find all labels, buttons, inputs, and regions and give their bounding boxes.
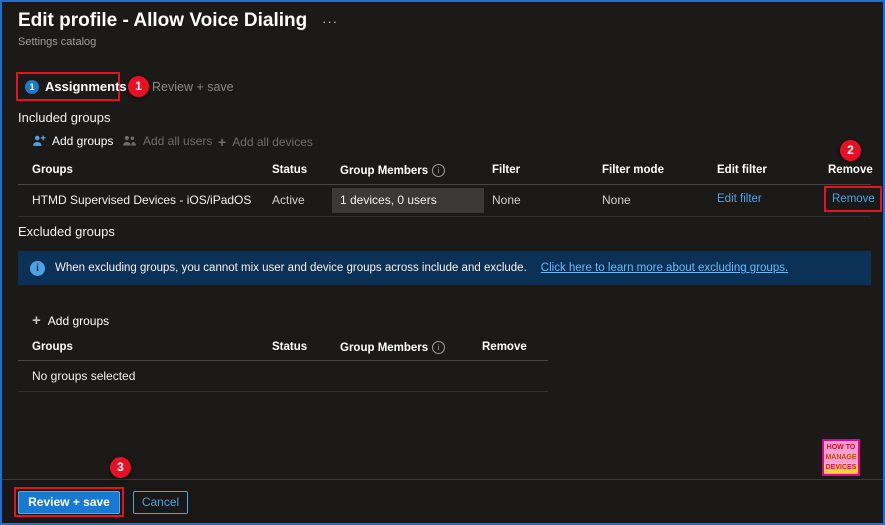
- edit-filter-link[interactable]: Edit filter: [717, 193, 762, 205]
- htmd-logo-line3: DEVICES: [824, 462, 858, 473]
- info-banner: i When excluding groups, you cannot mix …: [18, 251, 871, 285]
- column-header-filter-mode: Filter mode: [602, 164, 664, 176]
- column-header-edit-filter: Edit filter: [717, 164, 767, 176]
- review-save-button[interactable]: Review + save: [18, 491, 120, 514]
- excluded-add-groups-button[interactable]: + Add groups: [32, 312, 109, 329]
- add-all-devices-label: Add all devices: [232, 135, 313, 149]
- info-tooltip-icon[interactable]: i: [432, 164, 446, 177]
- remove-link[interactable]: Remove: [832, 193, 875, 205]
- excluded-groups-heading: Excluded groups: [18, 224, 115, 239]
- context-menu-ellipsis-icon[interactable]: ···: [322, 14, 338, 29]
- table-header-divider: [18, 184, 871, 185]
- excluded-column-header-groups: Groups: [32, 341, 73, 353]
- banner-info-icon: i: [30, 260, 45, 276]
- excluded-column-header-group-members: Group Members i: [340, 341, 446, 354]
- column-header-status: Status: [272, 164, 308, 176]
- included-groups-heading: Included groups: [18, 110, 111, 125]
- cancel-button[interactable]: Cancel: [133, 491, 188, 514]
- table-row-divider: [18, 216, 871, 217]
- people-icon: [122, 134, 137, 148]
- row-filter-mode: None: [602, 193, 631, 207]
- excluded-empty-row: No groups selected: [32, 369, 136, 383]
- htmd-logo: HOW TO MANAGE DEVICES: [822, 439, 860, 476]
- row-status: Active: [272, 193, 305, 207]
- excluded-add-groups-label: Add groups: [47, 313, 110, 328]
- plus-icon: +: [218, 134, 227, 150]
- person-add-icon: [32, 134, 46, 148]
- row-filter: None: [492, 193, 521, 207]
- info-tooltip-icon[interactable]: i: [432, 341, 446, 354]
- edit-profile-window: Edit profile - Allow Voice Dialing ··· S…: [0, 0, 885, 525]
- add-all-devices-button[interactable]: + Add all devices: [218, 134, 313, 150]
- tab-assignments[interactable]: Assignments: [45, 79, 127, 94]
- annotation-circle-3: 3: [110, 457, 131, 478]
- row-group-members: 1 devices, 0 users: [340, 193, 437, 207]
- add-groups-label: Add groups: [52, 134, 114, 148]
- excluded-column-header-status: Status: [272, 341, 308, 353]
- tab-review-save[interactable]: Review + save: [152, 80, 234, 94]
- page-title: Edit profile - Allow Voice Dialing: [18, 10, 308, 31]
- plus-icon: +: [32, 312, 41, 329]
- annotation-circle-1: 1: [128, 76, 149, 97]
- htmd-logo-line2: MANAGE: [825, 453, 857, 461]
- footer-divider: [2, 479, 883, 480]
- add-groups-button[interactable]: Add groups: [32, 134, 113, 148]
- annotation-box-assignments: 1 Assignments: [16, 72, 127, 101]
- column-header-filter: Filter: [492, 164, 521, 176]
- column-header-group-members: Group Members i: [340, 164, 446, 177]
- column-header-remove: Remove: [828, 164, 873, 176]
- add-all-users-label: Add all users: [143, 134, 213, 148]
- page-subtitle: Settings catalog: [18, 36, 97, 48]
- banner-learn-more-link[interactable]: Click here to learn more about excluding…: [541, 262, 788, 274]
- add-all-users-button[interactable]: Add all users: [122, 134, 212, 148]
- excluded-table-header-divider: [18, 360, 548, 361]
- excluded-table-row-divider: [18, 391, 548, 392]
- banner-text: When excluding groups, you cannot mix us…: [55, 262, 527, 274]
- htmd-logo-line1: HOW TO: [826, 443, 856, 451]
- column-header-groups: Groups: [32, 164, 73, 176]
- row-group-name: HTMD Supervised Devices - iOS/iPadOS: [32, 193, 252, 207]
- tab-step-icon: 1: [25, 79, 39, 94]
- excluded-column-header-remove: Remove: [482, 341, 527, 353]
- annotation-circle-2: 2: [840, 140, 861, 161]
